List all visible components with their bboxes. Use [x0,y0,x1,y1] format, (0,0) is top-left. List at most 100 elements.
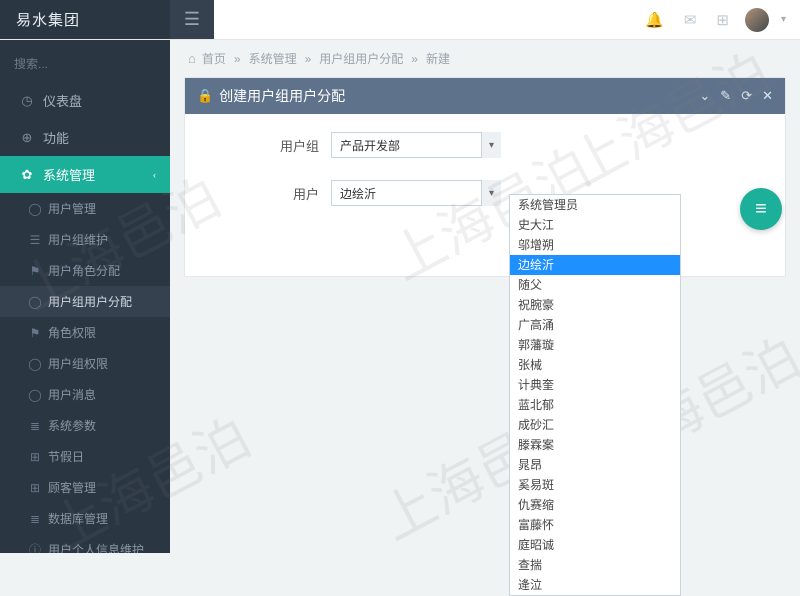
bell-icon[interactable]: 🔔 [641,7,668,33]
select-user[interactable]: 边绘沂 ▾ [331,180,501,206]
fab-menu-button[interactable]: ≡ [740,188,782,230]
sidebar-item-label: 功能 [43,128,69,147]
chevron-down-icon[interactable]: ▾ [481,132,501,158]
mail-icon[interactable]: ✉ [680,7,701,33]
select-user-value: 边绘沂 [331,180,501,206]
lock-icon: 🔒 [197,88,213,104]
menu-icon: ⊞ [26,481,44,495]
breadcrumb-sep: » [234,52,241,66]
dropdown-option[interactable]: 张械 [510,355,680,375]
dropdown-option[interactable]: 系统管理员 [510,195,680,215]
sidebar-sub-item[interactable]: ⊞ 节假日 [0,441,170,472]
sidebar-sub-label: 节假日 [48,448,84,465]
breadcrumb-home[interactable]: 首页 [202,50,226,67]
dropdown-option[interactable]: 奚易斑 [510,475,680,495]
settings-icon[interactable]: ✎ [720,88,731,104]
dropdown-option[interactable]: 富藤怀 [510,515,680,535]
panel-title: 创建用户组用户分配 [219,86,345,106]
menu-icon: ⚑ [26,326,44,340]
gears-icon: ✿ [17,167,37,183]
menu-icon: ≣ [26,419,44,433]
chevron-down-icon[interactable]: ▾ [481,180,501,206]
breadcrumb-a[interactable]: 系统管理 [249,50,297,67]
sidebar-sub-item[interactable]: ≣ 数据库管理 [0,503,170,534]
sidebar-search[interactable]: 🔍 [0,40,170,82]
sidebar-sub-item[interactable]: ◯ 用户组权限 [0,348,170,379]
dropdown-option[interactable]: 计典奎 [510,375,680,395]
menu-toggle-button[interactable]: ☰ [170,0,214,39]
menu-icon: ⚑ [26,264,44,278]
collapse-icon[interactable]: ⌄ [699,88,710,104]
dropdown-option[interactable]: 祝腕豪 [510,295,680,315]
sidebar-sub-label: 用户组维护 [48,231,108,248]
sidebar-sub-item[interactable]: ◯ 用户管理 [0,193,170,224]
select-group-value: 产品开发部 [331,132,501,158]
sidebar-sub-label: 用户组权限 [48,355,108,372]
label-user: 用户 [213,184,331,203]
menu-icon: ◯ [26,357,44,371]
dropdown-option[interactable]: 查揣 [510,555,680,575]
home-icon[interactable]: ⌂ [188,51,196,66]
sidebar-sub-label: 数据库管理 [48,510,108,527]
dropdown-option[interactable]: 逄泣 [510,575,680,595]
sidebar-sub-label: 用户角色分配 [48,262,120,279]
chevron-down-icon[interactable]: ▾ [781,14,786,25]
avatar[interactable] [745,8,769,32]
hamburger-icon: ☰ [184,9,200,30]
dropdown-option[interactable]: 边绘沂 [510,255,680,275]
sidebar-sub-item[interactable]: ⚑ 用户角色分配 [0,255,170,286]
sidebar-sub-item[interactable]: ◯用户组用户分配 [0,286,170,317]
calendar-icon[interactable]: ⊞ [712,7,733,33]
menu-icon: ≣ [26,512,44,526]
sidebar-sub-item[interactable]: ◯用户消息 [0,379,170,410]
dropdown-option[interactable]: 史大江 [510,215,680,235]
close-icon[interactable]: ✕ [762,88,773,104]
refresh-icon[interactable]: ⟳ [741,88,752,104]
main: ⌂ 首页 » 系统管理 » 用户组用户分配 » 新建 🔒 创建用户组用户分配 ⌄… [170,40,800,553]
dashboard-icon: ◷ [17,93,37,109]
form-row-group: 用户组 产品开发部 ▾ [213,132,757,158]
dropdown-option[interactable]: 蓝北郁 [510,395,680,415]
select-group[interactable]: 产品开发部 ▾ [331,132,501,158]
globe-icon: ⊕ [17,130,37,146]
menu-icon: ⊞ [26,450,44,464]
breadcrumb-c: 新建 [426,50,450,67]
dropdown-option[interactable]: 成砂汇 [510,415,680,435]
dropdown-option[interactable]: 晁昂 [510,455,680,475]
sidebar-item-label: 仪表盘 [43,91,82,110]
sidebar-item-label: 系统管理 [43,165,95,184]
menu-icon: ⓘ [26,541,44,553]
breadcrumb-sep: » [305,52,312,66]
chevron-left-icon: ‹ [153,170,156,180]
sidebar-item-system[interactable]: ✿ 系统管理 ‹ [0,156,170,193]
sidebar-sub-label: 角色权限 [48,324,96,341]
panel-header: 🔒 创建用户组用户分配 ⌄ ✎ ⟳ ✕ [185,78,785,114]
sidebar-sub-item[interactable]: ⓘ 用户个人信息维护 [0,534,170,553]
sidebar-sub-item[interactable]: ⚑ 角色权限 [0,317,170,348]
sidebar-item-dashboard[interactable]: ◷ 仪表盘 [0,82,170,119]
sidebar-sub-label: 系统参数 [48,417,96,434]
search-input[interactable] [14,57,169,71]
menu-icon: ◯ [26,388,44,402]
sidebar: 🔍 ◷ 仪表盘 ⊕ 功能 ✿ 系统管理 ‹ ◯ 用户管理 ☰用户组维护 ⚑ 用户角色分配… [0,40,170,553]
label-group: 用户组 [213,136,331,155]
hamburger-icon: ≡ [755,198,767,221]
menu-icon: ◯ [26,202,44,216]
dropdown-option[interactable]: 滕霖案 [510,435,680,455]
dropdown-option[interactable]: 庭昭诚 [510,535,680,555]
dropdown-option[interactable]: 仇赛缩 [510,495,680,515]
sidebar-sub-label: 用户管理 [48,200,96,217]
sidebar-sub-item[interactable]: ☰用户组维护 [0,224,170,255]
dropdown-option[interactable]: 广高涌 [510,315,680,335]
sidebar-sub-item[interactable]: ≣ 系统参数 [0,410,170,441]
user-dropdown[interactable]: 系统管理员史大江邬增朔边绘沂随父祝腕豪广高涌郭藩璇张械计典奎蓝北郁成砂汇滕霖案晁… [509,194,681,596]
dropdown-option[interactable]: 随父 [510,275,680,295]
breadcrumb-b[interactable]: 用户组用户分配 [319,50,403,67]
dropdown-option[interactable]: 邬增朔 [510,235,680,255]
sidebar-sub-label: 用户个人信息维护 [48,541,144,553]
sidebar-sub-item[interactable]: ⊞ 顾客管理 [0,472,170,503]
sidebar-sub-label: 顾客管理 [48,479,96,496]
breadcrumb-sep: » [411,52,418,66]
sidebar-item-features[interactable]: ⊕ 功能 [0,119,170,156]
dropdown-option[interactable]: 郭藩璇 [510,335,680,355]
